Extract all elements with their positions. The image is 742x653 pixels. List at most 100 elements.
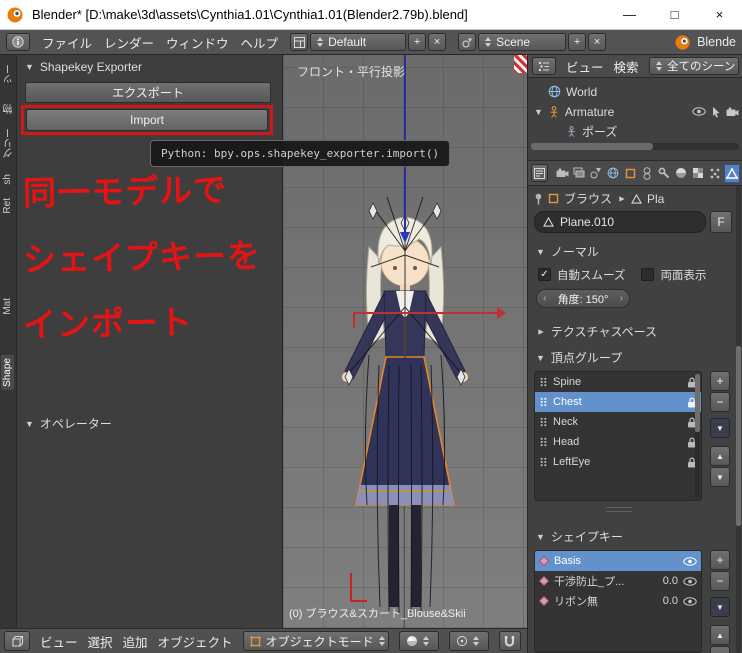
breadcrumb-data-name[interactable]: Pla xyxy=(647,192,664,206)
tab-material-icon[interactable] xyxy=(673,164,689,183)
cursor-select-icon[interactable] xyxy=(711,106,721,118)
tab-render-icon[interactable] xyxy=(554,164,570,183)
outliner-menu-view[interactable]: ビュー xyxy=(566,57,604,76)
scene-selector[interactable]: Scene xyxy=(478,33,567,51)
outliner-menu-search[interactable]: 検索 xyxy=(614,57,639,76)
scene-browse-icon[interactable] xyxy=(458,33,477,51)
vertex-group-row[interactable]: Head xyxy=(535,432,701,452)
decrement-arrow-icon[interactable]: ‹ xyxy=(543,293,546,304)
minimize-button[interactable]: — xyxy=(607,0,652,30)
export-button[interactable]: エクスポート xyxy=(25,82,271,103)
menu-file[interactable]: ファイル xyxy=(42,33,92,52)
shelf-tab-tools[interactable]: ツー xyxy=(1,61,18,87)
vertex-groups-section-header[interactable]: ▼ 頂点グループ xyxy=(536,349,622,366)
outliner-scope-selector[interactable]: 全てのシーン xyxy=(649,57,739,75)
vertex-group-row[interactable]: LeftEye xyxy=(535,452,701,472)
vertex-group-remove-button[interactable]: − xyxy=(710,392,730,412)
auto-smooth-checkbox[interactable]: ✓ xyxy=(538,268,551,281)
menu-window[interactable]: ウィンドウ xyxy=(166,33,229,52)
snap-magnet-icon[interactable] xyxy=(498,631,521,651)
normals-section-header[interactable]: ▼ ノーマル xyxy=(536,243,599,260)
viewport-editor-icon[interactable] xyxy=(4,631,30,651)
vertex-group-add-button[interactable]: + xyxy=(710,371,730,391)
tab-texture-icon[interactable] xyxy=(690,164,706,183)
eye-icon[interactable] xyxy=(683,556,697,566)
shapekey-exporter-panel-header[interactable]: ▼ Shapekey Exporter xyxy=(25,60,142,74)
eye-icon[interactable] xyxy=(683,576,697,586)
menu-help[interactable]: ヘルプ xyxy=(241,33,279,52)
shape-key-move-up-button[interactable]: ▲ xyxy=(710,625,730,645)
increment-arrow-icon[interactable]: › xyxy=(620,293,623,304)
vertex-group-move-down-button[interactable]: ▼ xyxy=(710,467,730,487)
vertex-group-move-up-button[interactable]: ▲ xyxy=(710,446,730,466)
shelf-tab-grease[interactable]: グリー xyxy=(1,125,18,161)
viewport-menu-add[interactable]: 追加 xyxy=(123,632,148,651)
viewport-corner-widget[interactable] xyxy=(514,55,527,73)
vertex-group-row[interactable]: Neck xyxy=(535,412,701,432)
menu-render[interactable]: レンダー xyxy=(104,33,154,52)
viewport-menu-object[interactable]: オブジェクト xyxy=(158,632,233,651)
pin-icon[interactable] xyxy=(534,193,543,205)
tab-scene-icon[interactable] xyxy=(588,164,604,183)
shape-key-row[interactable]: リボン無 0.0 xyxy=(535,591,701,611)
maximize-button[interactable]: □ xyxy=(652,0,697,30)
datablock-name-field[interactable]: Plane.010 xyxy=(534,211,706,233)
shelf-tab-mat[interactable]: Mat xyxy=(1,295,14,318)
shelf-tab-shape[interactable]: Shape xyxy=(1,355,14,390)
shape-key-add-button[interactable]: + xyxy=(710,550,730,570)
tab-constraints-icon[interactable] xyxy=(639,164,655,183)
remove-layout-button[interactable]: × xyxy=(428,33,447,51)
texture-space-section-header[interactable]: ▼ テクスチャスペース xyxy=(535,323,657,340)
screen-layout-browse-icon[interactable] xyxy=(290,33,309,51)
shape-key-row[interactable]: 干渉防止_プ... 0.0 xyxy=(535,571,701,591)
outliner-item-armature[interactable]: ▼ Armature xyxy=(534,102,739,121)
outliner-horizontal-scrollbar[interactable] xyxy=(531,143,739,150)
shelf-tab-physics[interactable]: 物 xyxy=(1,101,18,117)
vertex-group-specials-menu[interactable]: ▼ xyxy=(710,418,730,438)
breadcrumb-object-name[interactable]: ブラウス xyxy=(564,190,612,207)
shelf-tab-ret[interactable]: Ret xyxy=(1,195,14,217)
tab-particles-icon[interactable] xyxy=(707,164,723,183)
tab-object-data-icon[interactable] xyxy=(724,163,740,183)
add-scene-button[interactable]: + xyxy=(568,33,587,51)
viewport-shading-selector[interactable] xyxy=(398,631,439,651)
outliner-item-world[interactable]: World xyxy=(548,82,597,101)
list-resize-grip[interactable] xyxy=(606,507,632,512)
eye-icon[interactable] xyxy=(683,596,697,606)
shape-key-move-down-button[interactable]: ▼ xyxy=(710,646,730,653)
shape-key-specials-menu[interactable]: ▼ xyxy=(710,597,730,617)
eye-icon[interactable] xyxy=(692,107,706,116)
shape-keys-section-header[interactable]: ▼ シェイプキー xyxy=(536,528,623,545)
angle-number-field[interactable]: ‹ 角度: 150° › xyxy=(536,289,630,308)
fake-user-button[interactable]: F xyxy=(710,211,732,233)
outliner-item-pose[interactable]: ポーズ xyxy=(566,122,617,141)
properties-editor-icon[interactable] xyxy=(531,164,548,182)
shape-key-remove-button[interactable]: − xyxy=(710,571,730,591)
vertex-group-row-selected[interactable]: Chest xyxy=(535,392,701,412)
shape-key-row-selected[interactable]: Basis xyxy=(535,551,701,571)
mode-selector[interactable]: オブジェクトモード xyxy=(242,631,389,651)
tab-modifiers-icon[interactable] xyxy=(656,164,672,183)
viewport-menu-select[interactable]: 選択 xyxy=(88,632,113,651)
remove-scene-button[interactable]: × xyxy=(588,33,607,51)
tab-render-layers-icon[interactable] xyxy=(571,164,587,183)
shelf-tab-sh[interactable]: sh xyxy=(1,171,14,188)
operator-panel-header[interactable]: ▼ オペレーター xyxy=(25,415,112,432)
pivot-point-selector[interactable] xyxy=(448,631,489,651)
tab-object-icon[interactable] xyxy=(622,164,638,183)
viewport-menu-view[interactable]: ビュー xyxy=(40,632,78,651)
double-sided-checkbox[interactable] xyxy=(641,268,655,281)
info-editor-icon[interactable] xyxy=(6,33,30,51)
vertex-groups-scrollbar[interactable] xyxy=(695,374,700,498)
add-layout-button[interactable]: + xyxy=(408,33,427,51)
properties-scrollbar[interactable] xyxy=(736,186,741,653)
close-button[interactable]: × xyxy=(697,0,742,30)
disclosure-arrow-icon[interactable]: ▼ xyxy=(534,107,543,117)
tab-world-icon[interactable] xyxy=(605,164,621,183)
screen-layout-selector[interactable]: Default xyxy=(310,33,407,51)
group-dots-icon xyxy=(539,456,548,468)
vertex-group-row[interactable]: Spine xyxy=(535,372,701,392)
camera-render-icon[interactable] xyxy=(726,106,739,117)
outliner-editor-icon[interactable] xyxy=(532,57,556,75)
object-mode-icon xyxy=(249,635,261,647)
